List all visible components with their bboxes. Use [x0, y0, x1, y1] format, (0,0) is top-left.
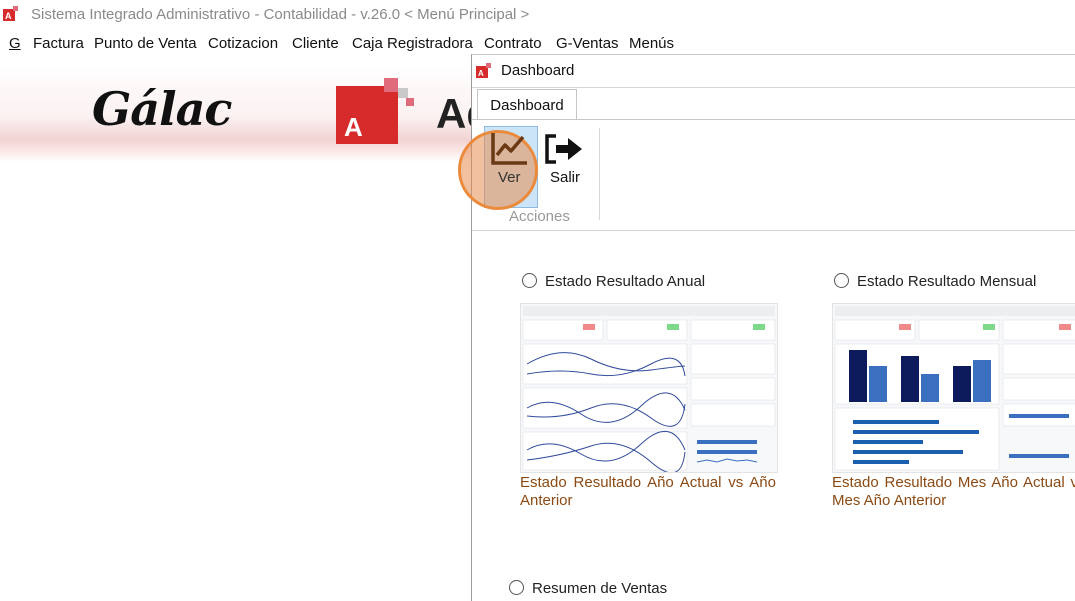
- menu-caja-registradora[interactable]: Caja Registradora: [352, 35, 473, 52]
- ribbon: Ver Salir Acciones: [458, 119, 1075, 231]
- svg-text:A: A: [478, 69, 484, 78]
- menu-cotizacion[interactable]: Cotizacion: [208, 35, 278, 52]
- option-resumen-de-ventas[interactable]: Resumen de Ventas: [509, 580, 667, 597]
- window-title: Sistema Integrado Administrativo - Conta…: [31, 6, 530, 23]
- svg-text:A: A: [344, 112, 363, 142]
- option-estado-resultado-anual[interactable]: Estado Resultado Anual: [522, 273, 705, 290]
- menu-menus[interactable]: Menús: [629, 35, 674, 52]
- thumbnail-chart-image: [521, 304, 777, 472]
- dashboard-app-icon: A: [476, 63, 491, 78]
- menu-g[interactable]: G: [9, 35, 21, 52]
- caption-line-1: Estado Resultado Año Actual vs Año: [520, 474, 776, 491]
- title-bar: A Sistema Integrado Administrativo - Con…: [0, 0, 1075, 31]
- radio-estado-resultado-mensual[interactable]: [834, 273, 849, 288]
- option-estado-resultado-mensual[interactable]: Estado Resultado Mensual: [834, 273, 1036, 290]
- tab-dashboard[interactable]: Dashboard: [477, 89, 577, 120]
- caption-line-2: Anterior: [520, 492, 573, 509]
- ribbon-separator: [599, 128, 600, 220]
- caption-line-2: Mes Año Anterior: [832, 492, 947, 509]
- menu-bar: G Factura Punto de Venta Cotizacion Clie…: [0, 31, 1075, 56]
- menu-g-ventas[interactable]: G-Ventas: [556, 35, 619, 52]
- thumbnail-estado-resultado-mensual[interactable]: [832, 303, 1075, 473]
- administrativo-logo-icon: A: [336, 78, 414, 144]
- radio-resumen-de-ventas[interactable]: [509, 580, 524, 595]
- option-label: Resumen de Ventas: [532, 580, 668, 597]
- ribbon-divider: [472, 87, 1075, 88]
- menu-factura[interactable]: Factura: [33, 35, 84, 52]
- line-chart-icon: [491, 133, 527, 165]
- svg-text:A: A: [5, 11, 12, 21]
- dashboard-window: A Dashboard Dashboard Ver Salir Acciones…: [458, 54, 1075, 601]
- option-label: Estado Resultado Anual: [545, 273, 706, 290]
- galac-logo: Gálac: [92, 82, 232, 136]
- option-label: Estado Resultado Mensual: [857, 273, 1037, 290]
- app-icon: A: [3, 6, 18, 21]
- menu-contrato[interactable]: Contrato: [484, 35, 542, 52]
- menu-cliente[interactable]: Cliente: [292, 35, 339, 52]
- ver-label: Ver: [498, 169, 521, 186]
- exit-icon[interactable]: [544, 133, 588, 165]
- menu-punto-de-venta[interactable]: Punto de Venta: [94, 35, 197, 52]
- thumbnail-estado-resultado-anual[interactable]: [520, 303, 778, 473]
- salir-button[interactable]: Salir: [550, 169, 580, 186]
- caption-line-1: Estado Resultado Mes Año Actual v: [832, 474, 1075, 491]
- thumbnail-chart-image: [833, 304, 1075, 472]
- dashboard-title: Dashboard: [501, 62, 575, 79]
- dashboard-title-bar: A Dashboard: [472, 55, 1075, 86]
- ribbon-group-label: Acciones: [509, 208, 570, 225]
- radio-estado-resultado-anual[interactable]: [522, 273, 537, 288]
